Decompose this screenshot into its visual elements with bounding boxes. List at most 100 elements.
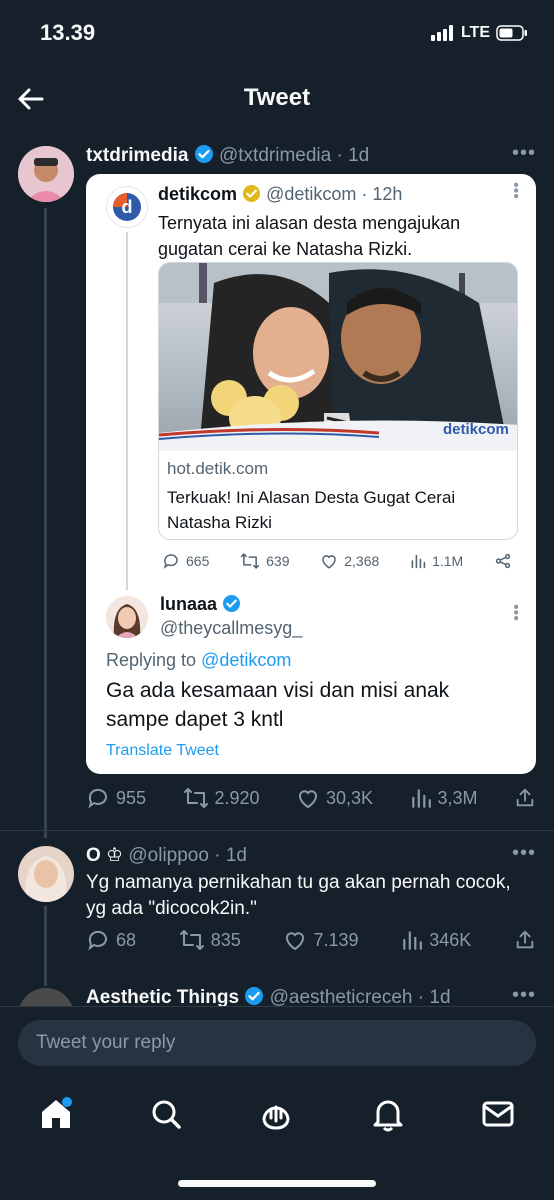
- display-name[interactable]: txtdrimedia: [86, 145, 188, 166]
- heart-icon: [286, 932, 305, 951]
- reply-button[interactable]: 955: [86, 786, 146, 810]
- tab-home[interactable]: [36, 1094, 76, 1134]
- like-count: 30,3K: [326, 787, 374, 808]
- tab-messages[interactable]: [478, 1094, 518, 1134]
- replying-prefix: Replying to: [106, 650, 197, 670]
- text-line: Yg namanya pernikahan tu ga akan pernah …: [86, 872, 511, 893]
- tab-notifications[interactable]: [368, 1094, 408, 1134]
- views-icon: [411, 554, 426, 569]
- like-button[interactable]: 7.139: [283, 928, 359, 952]
- tab-spaces[interactable]: [256, 1094, 296, 1134]
- display-name[interactable]: O ♔: [86, 845, 123, 866]
- more-options-icon[interactable]: •••: [506, 182, 524, 199]
- display-name[interactable]: Aesthetic Things: [86, 987, 239, 1006]
- svg-text:d: d: [122, 197, 133, 217]
- views-icon: [403, 931, 423, 950]
- timestamp: · 1d: [214, 845, 247, 866]
- views-button[interactable]: 1.1M: [410, 553, 463, 569]
- signal-icon: [430, 25, 453, 41]
- more-options-icon[interactable]: •••: [512, 142, 536, 165]
- like-button[interactable]: 2,368: [320, 552, 379, 570]
- tweet-action-bar: 955 2.920 30,3K 3,3M: [86, 786, 536, 810]
- reply-header: O ♔ @olippoo · 1d: [86, 844, 247, 867]
- tweet-header: txtdrimedia @txtdrimedia · 1d: [86, 144, 369, 167]
- search-icon: [152, 1100, 181, 1129]
- reply-2-row[interactable]: Aesthetic Things @aestheticreceh · 1d ••…: [0, 972, 554, 1006]
- text-line: Ternyata ini alasan desta mengajukan: [158, 213, 461, 233]
- text-line: sampe dapet 3 kntl: [106, 708, 284, 731]
- handle[interactable]: @theycallmesyg_: [160, 618, 302, 639]
- reply-text: Ga ada kesamaan visi dan misi anak sampe…: [106, 676, 449, 734]
- timestamp: · 12h: [361, 184, 403, 204]
- handle[interactable]: @aestheticreceh: [270, 987, 413, 1006]
- detikcom-logo-icon: d: [113, 193, 141, 221]
- views-icon: [411, 789, 431, 808]
- avatar[interactable]: [18, 146, 74, 202]
- retweet-count: 835: [210, 929, 241, 950]
- reply-icon: [163, 554, 178, 569]
- quoted-tweet-card[interactable]: d detikcom @detikcom · 12h ••• Ternyata …: [86, 174, 536, 774]
- display-name[interactable]: lunaaa: [160, 594, 217, 614]
- header: Tweet: [0, 74, 554, 122]
- replying-to-link[interactable]: @detikcom: [201, 650, 291, 670]
- verified-gold-badge-icon: [242, 184, 261, 203]
- retweet-button[interactable]: 2.920: [183, 787, 260, 809]
- text-line: Ga ada kesamaan visi dan misi anak: [106, 679, 450, 702]
- text-line: Natasha Rizki: [167, 513, 272, 532]
- avatar[interactable]: [106, 596, 148, 638]
- avatar[interactable]: d: [106, 186, 148, 228]
- page-title: Tweet: [243, 84, 311, 111]
- retweet-button[interactable]: 639: [240, 552, 289, 570]
- reply-button[interactable]: 68: [86, 928, 136, 952]
- reply-icon: [88, 930, 107, 951]
- quoted-action-bar: 665 639 2,368 1.1M: [162, 552, 512, 570]
- reply-action-bar: 68 835 7.139 346K: [86, 928, 536, 952]
- quoted-tweet-text: Ternyata ini alasan desta mengajukan gug…: [158, 210, 460, 262]
- reply-button[interactable]: 665: [162, 552, 209, 570]
- handle[interactable]: @detikcom: [266, 184, 356, 204]
- share-button[interactable]: [514, 929, 536, 951]
- home-icon: [42, 1097, 72, 1128]
- avatar[interactable]: [18, 846, 74, 902]
- display-name[interactable]: detikcom: [158, 184, 237, 204]
- views-button[interactable]: 346K: [401, 929, 471, 951]
- avatar-image: [106, 596, 148, 638]
- reply-icon: [88, 788, 107, 809]
- more-options-icon[interactable]: •••: [512, 984, 536, 1006]
- bell-icon: [373, 1100, 403, 1132]
- like-button[interactable]: 30,3K: [296, 786, 373, 810]
- heart-icon: [322, 555, 336, 569]
- handle[interactable]: @olippoo: [128, 845, 209, 866]
- text-line: yg ada "dicocok2in.": [86, 898, 257, 919]
- reply-input[interactable]: Tweet your reply: [18, 1020, 536, 1066]
- link-title: Terkuak! Ini Alasan Desta Gugat Cerai Na…: [167, 485, 455, 535]
- avatar-image: [18, 846, 74, 902]
- retweet-count: 639: [266, 553, 290, 569]
- avatar[interactable]: [18, 988, 74, 1006]
- reply-count: 665: [186, 553, 210, 569]
- handle[interactable]: @txtdrimedia: [219, 145, 331, 166]
- views-button[interactable]: 3,3M: [410, 787, 478, 809]
- share-button[interactable]: [494, 552, 512, 570]
- reply-text: Yg namanya pernikahan tu ga akan pernah …: [86, 870, 511, 922]
- tab-search[interactable]: [146, 1094, 186, 1134]
- like-count: 7.139: [313, 929, 359, 950]
- verified-badge-icon: [194, 145, 213, 163]
- envelope-icon: [482, 1101, 514, 1127]
- share-button[interactable]: [514, 787, 536, 809]
- more-options-icon[interactable]: •••: [512, 842, 536, 865]
- verified-badge-icon: [222, 594, 241, 613]
- timestamp: · 1d: [336, 145, 370, 166]
- text-line: gugatan cerai ke Natasha Rizki.: [158, 239, 413, 259]
- thread-line: [126, 232, 128, 590]
- heart-icon: [299, 790, 317, 809]
- more-options-icon[interactable]: •••: [506, 604, 524, 621]
- translate-link[interactable]: Translate Tweet: [106, 742, 219, 760]
- retweet-count: 2.920: [214, 787, 260, 808]
- views-count: 1.1M: [432, 553, 464, 569]
- network-label: LTE: [460, 24, 490, 41]
- share-icon: [495, 553, 511, 569]
- views-count: 346K: [429, 929, 472, 950]
- link-preview-card[interactable]: detikcom hot.detik.com Terkuak! Ini Alas…: [158, 262, 518, 540]
- retweet-button[interactable]: 835: [179, 929, 241, 951]
